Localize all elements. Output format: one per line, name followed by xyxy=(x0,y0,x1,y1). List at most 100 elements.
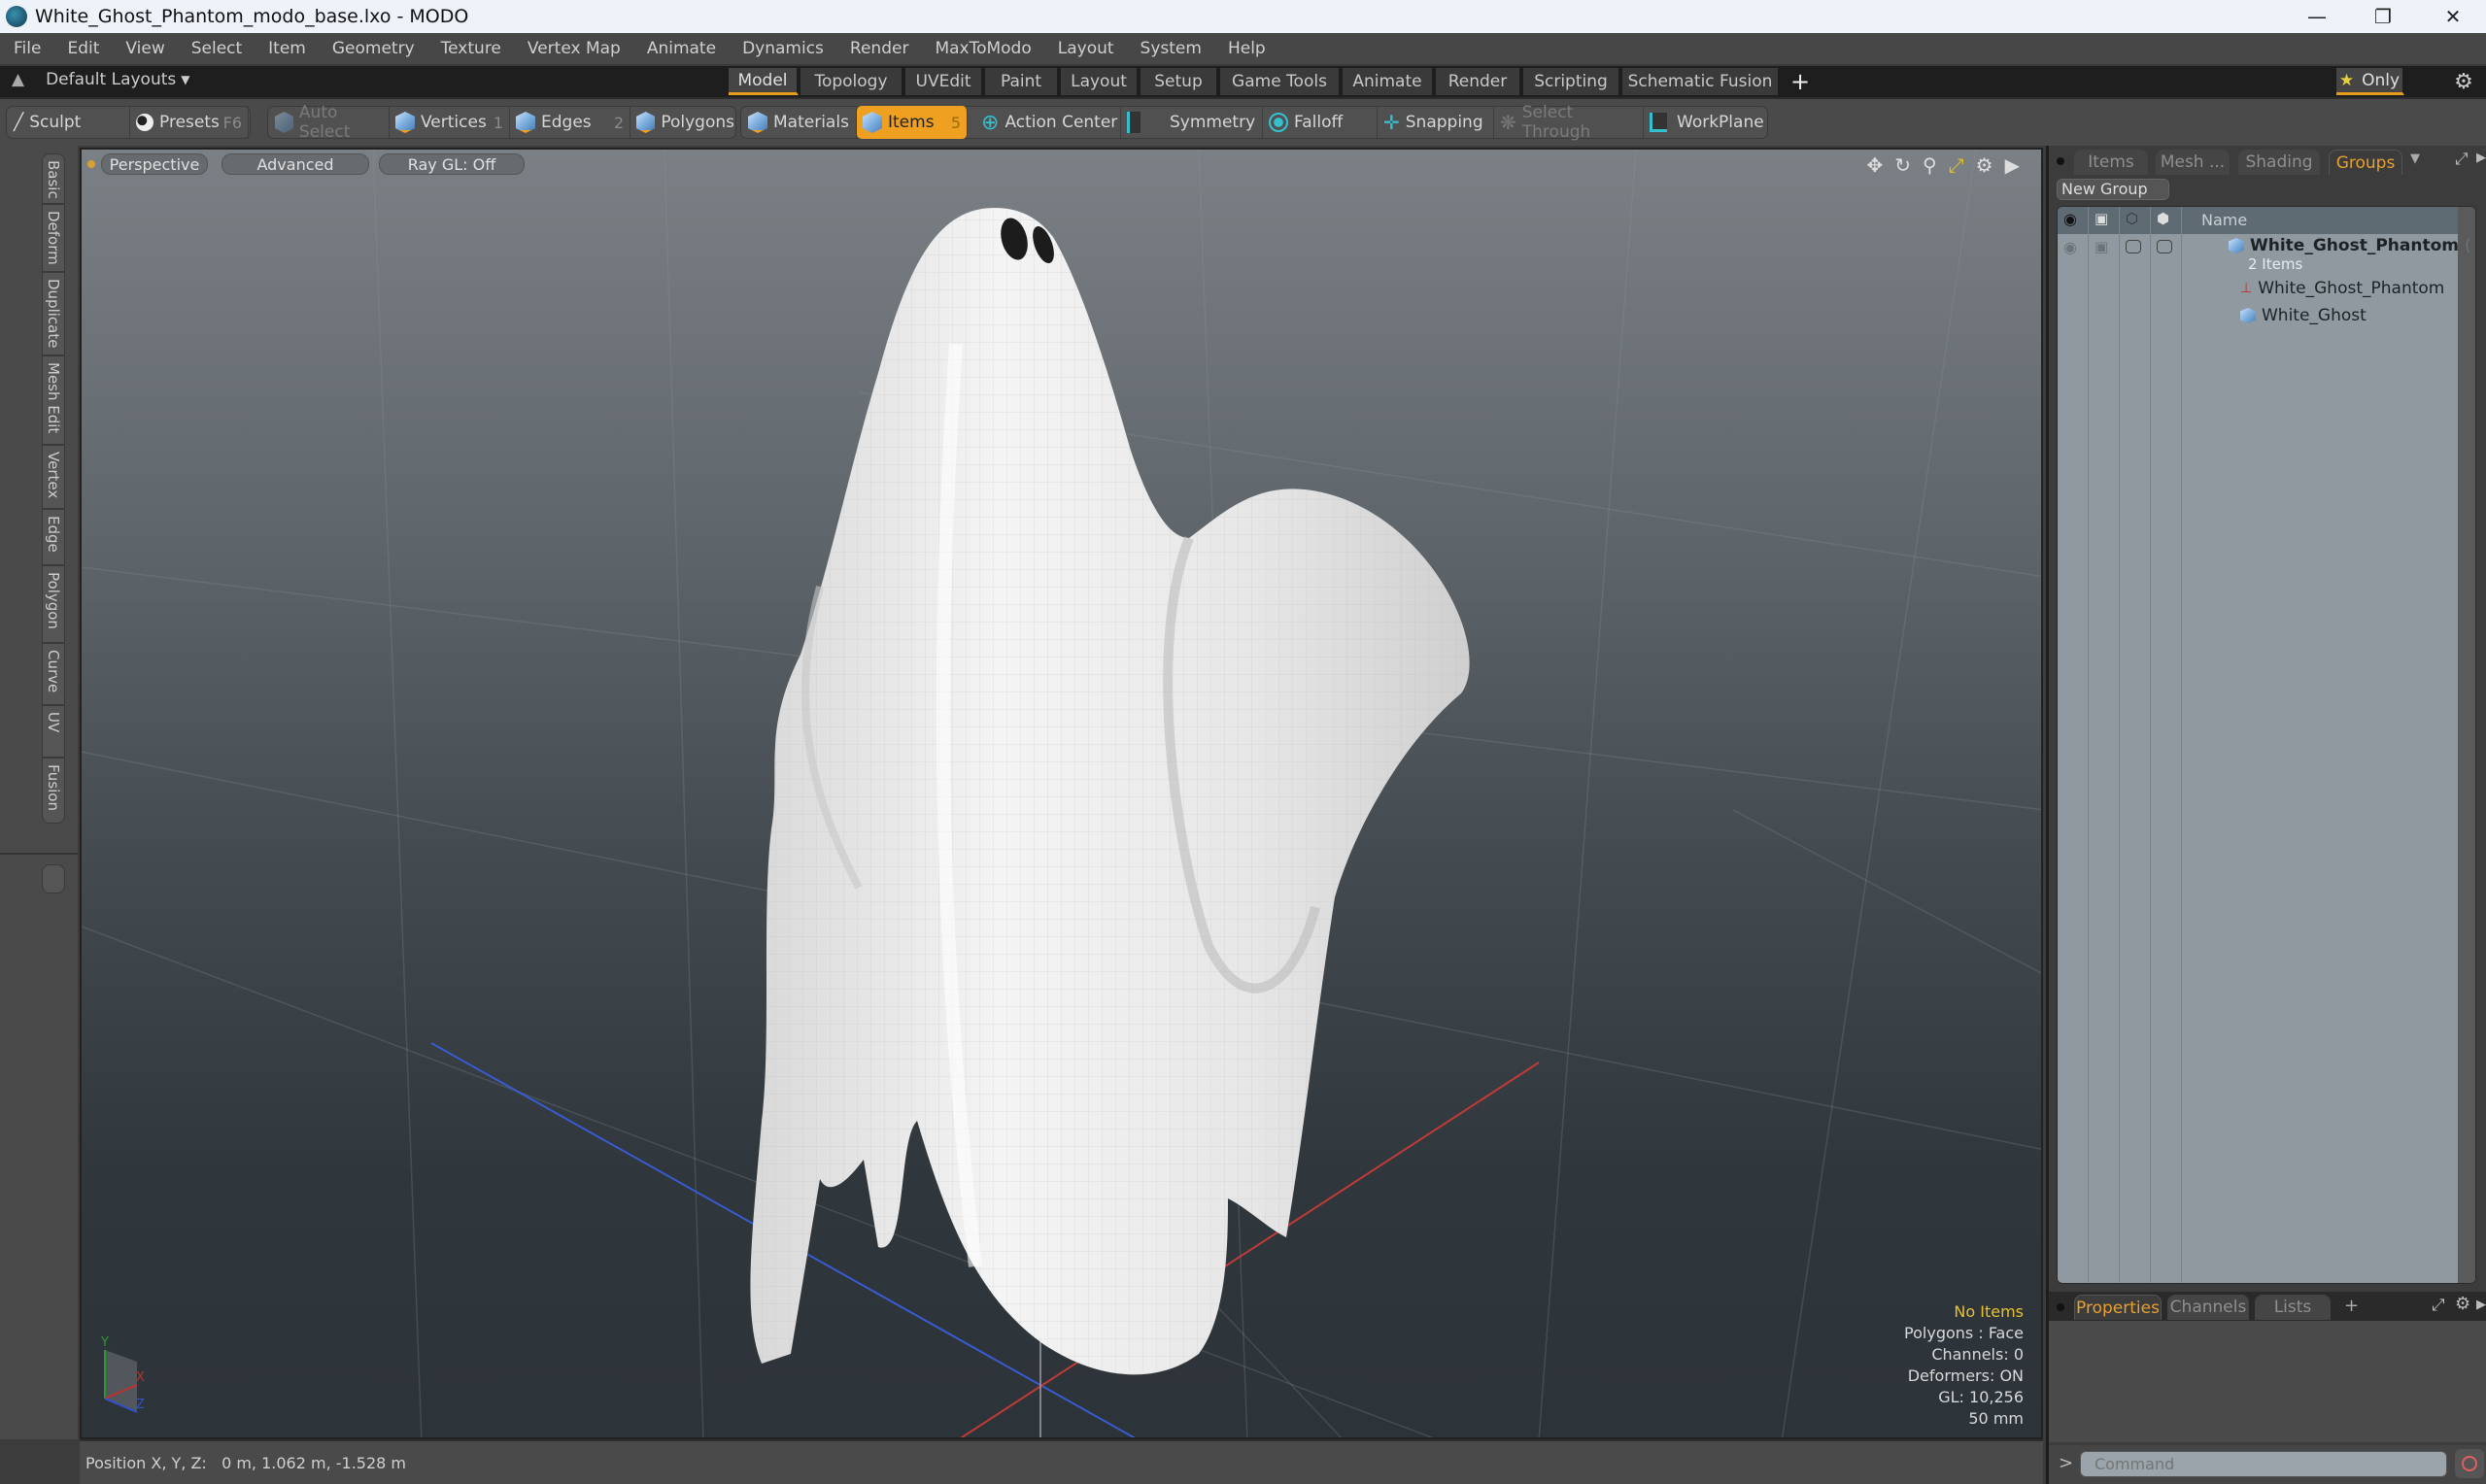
tab-model[interactable]: Model xyxy=(729,68,799,95)
tab-mesh[interactable]: Mesh ... xyxy=(2156,150,2230,175)
menu-select[interactable]: Select xyxy=(191,39,242,58)
tab-topology[interactable]: Topology xyxy=(800,68,903,95)
tab-shading[interactable]: Shading xyxy=(2238,150,2320,175)
symmetry-button[interactable]: Symmetry xyxy=(1121,106,1263,139)
sidetab-duplicate[interactable]: Duplicate xyxy=(42,272,65,355)
new-group-button[interactable]: New Group xyxy=(2057,179,2169,200)
render-col-icon[interactable]: ▣ xyxy=(2094,210,2108,227)
tab-setup[interactable]: Setup xyxy=(1141,68,1218,95)
tab-animate[interactable]: Animate xyxy=(1343,68,1434,95)
groups-list[interactable]: ◉ ▣ ⬡ ⬢ Name ◉ ▣ White_Ghost_Phantom ( .… xyxy=(2057,206,2476,1284)
select-col-icon[interactable]: ⬢ xyxy=(2157,210,2169,227)
sidetab-extra[interactable] xyxy=(42,864,65,894)
sculpt-button[interactable]: ╱ Sculpt xyxy=(8,106,130,139)
menu-layout[interactable]: Layout xyxy=(1058,39,1114,58)
menu-vertex-map[interactable]: Vertex Map xyxy=(528,39,621,58)
tab-items[interactable]: Items xyxy=(2074,150,2148,175)
panel-arrow-icon[interactable]: ▶ xyxy=(2476,1298,2486,1312)
visibility-col-icon[interactable]: ◉ xyxy=(2063,210,2077,228)
tab-properties[interactable]: Properties xyxy=(2074,1295,2162,1320)
panel-arrow-icon[interactable]: ▶ xyxy=(2476,151,2486,165)
tab-channels[interactable]: Channels xyxy=(2167,1295,2249,1320)
shading-mode-button[interactable]: Advanced xyxy=(221,153,369,175)
ghost-mesh[interactable] xyxy=(750,208,1470,1375)
tree-item-mesh[interactable]: White_Ghost xyxy=(2240,306,2367,325)
add-tab-icon[interactable]: + xyxy=(2344,1296,2359,1316)
sidetab-deform[interactable]: Deform xyxy=(42,204,65,272)
polygons-button[interactable]: Polygons xyxy=(630,106,734,139)
expand-panel-icon[interactable]: ⤢ xyxy=(2432,1296,2445,1315)
tab-render[interactable]: Render xyxy=(1436,68,1521,95)
workplane-button[interactable]: WorkPlane xyxy=(1644,106,1766,139)
restore-button[interactable]: ❐ xyxy=(2349,0,2417,33)
menu-dynamics[interactable]: Dynamics xyxy=(742,39,824,58)
render-toggle-icon[interactable]: ▣ xyxy=(2094,238,2108,255)
expand-panel-icon[interactable]: ⤢ xyxy=(2455,150,2469,169)
items-button[interactable]: Items 5 xyxy=(857,106,968,139)
sidetab-fusion[interactable]: Fusion xyxy=(42,758,65,824)
menu-maxtomodo[interactable]: MaxToModo xyxy=(935,39,1031,58)
edges-button[interactable]: Edges 2 xyxy=(510,106,630,139)
vertices-button[interactable]: Vertices 1 xyxy=(390,106,510,139)
tab-scripting[interactable]: Scripting xyxy=(1523,68,1620,95)
select-through-button[interactable]: ❋ Select Through xyxy=(1494,103,1644,142)
view-mode-button[interactable]: Perspective xyxy=(101,153,208,175)
close-button[interactable]: ✕ xyxy=(2419,0,2486,33)
tab-groups[interactable]: Groups xyxy=(2329,150,2402,175)
presets-button[interactable]: Presets F6 xyxy=(130,106,249,139)
zoom-icon[interactable]: ⚲ xyxy=(1923,153,1937,177)
lock-toggle[interactable] xyxy=(2126,240,2141,253)
auto-select-button[interactable]: Auto Select xyxy=(269,103,390,142)
sidetab-mesh-edit[interactable]: Mesh Edit xyxy=(42,355,65,445)
add-tab-button[interactable]: + xyxy=(1782,68,1821,95)
rotate-icon[interactable]: ↻ xyxy=(1894,153,1911,177)
layout-selector[interactable]: ▲ Default Layouts ▼ xyxy=(12,70,189,89)
menu-help[interactable]: Help xyxy=(1228,39,1266,58)
sidetab-uv[interactable]: UV xyxy=(42,705,65,758)
tab-lists[interactable]: Lists xyxy=(2255,1295,2331,1320)
snapping-button[interactable]: ✛ Snapping xyxy=(1378,106,1494,139)
tab-paint[interactable]: Paint xyxy=(985,68,1059,95)
materials-button[interactable]: Materials xyxy=(742,106,857,139)
command-input[interactable] xyxy=(2080,1451,2447,1477)
menu-animate[interactable]: Animate xyxy=(647,39,716,58)
group-row[interactable]: ◉ ▣ White_Ghost_Phantom ( ... 2 Items xyxy=(2058,234,2475,273)
record-button[interactable] xyxy=(2455,1449,2484,1478)
tab-schematic-fusion[interactable]: Schematic Fusion xyxy=(1622,68,1780,95)
select-toggle[interactable] xyxy=(2157,240,2172,253)
raygl-button[interactable]: Ray GL: Off xyxy=(379,153,525,175)
tab-layout[interactable]: Layout xyxy=(1061,68,1139,95)
pan-icon[interactable]: ✥ xyxy=(1866,153,1883,177)
gear-icon[interactable]: ⚙ xyxy=(1976,153,1993,177)
menu-edit[interactable]: Edit xyxy=(67,39,99,58)
gear-icon[interactable]: ⚙ xyxy=(2448,68,2481,95)
sidetab-vertex[interactable]: Vertex xyxy=(42,445,65,509)
menu-geometry[interactable]: Geometry xyxy=(332,39,415,58)
menu-file[interactable]: File xyxy=(14,39,41,58)
3d-viewport[interactable]: Y X Z Perspective Advanced Ray GL: Off ✥… xyxy=(80,148,2043,1439)
gear-icon[interactable]: ⚙ xyxy=(2455,1294,2470,1314)
menu-system[interactable]: System xyxy=(1141,39,1202,58)
menu-texture[interactable]: Texture xyxy=(441,39,501,58)
menu-item[interactable]: Item xyxy=(268,39,306,58)
panel-menu-dot[interactable] xyxy=(2057,1303,2064,1311)
name-column-header[interactable]: Name xyxy=(2201,211,2247,229)
lock-col-icon[interactable]: ⬡ xyxy=(2126,210,2138,227)
maximize-icon[interactable]: ⤢ xyxy=(1949,153,1964,177)
minimize-button[interactable]: — xyxy=(2283,0,2351,33)
expand-arrow-icon[interactable]: ▶ xyxy=(2005,153,2020,177)
tab-game-tools[interactable]: Game Tools xyxy=(1220,68,1341,95)
sidetab-curve[interactable]: Curve xyxy=(42,643,65,705)
groups-scrollbar[interactable] xyxy=(2458,207,2475,1283)
sidetab-basic[interactable]: Basic xyxy=(42,153,65,204)
tab-uvedit[interactable]: UVEdit xyxy=(905,68,983,95)
menu-render[interactable]: Render xyxy=(850,39,909,58)
visibility-eye-icon[interactable]: ◉ xyxy=(2063,238,2077,256)
falloff-button[interactable]: Falloff xyxy=(1263,106,1378,139)
menu-view[interactable]: View xyxy=(125,39,164,58)
action-center-button[interactable]: ⊕ Action Center xyxy=(975,106,1121,139)
group-name-row[interactable]: White_Ghost_Phantom ( ... xyxy=(2229,236,2475,255)
panel-menu-dot[interactable] xyxy=(2057,157,2064,165)
tree-item-locator[interactable]: ⊥ White_Ghost_Phantom xyxy=(2240,279,2444,298)
only-toggle[interactable]: ★ Only xyxy=(2336,68,2404,95)
